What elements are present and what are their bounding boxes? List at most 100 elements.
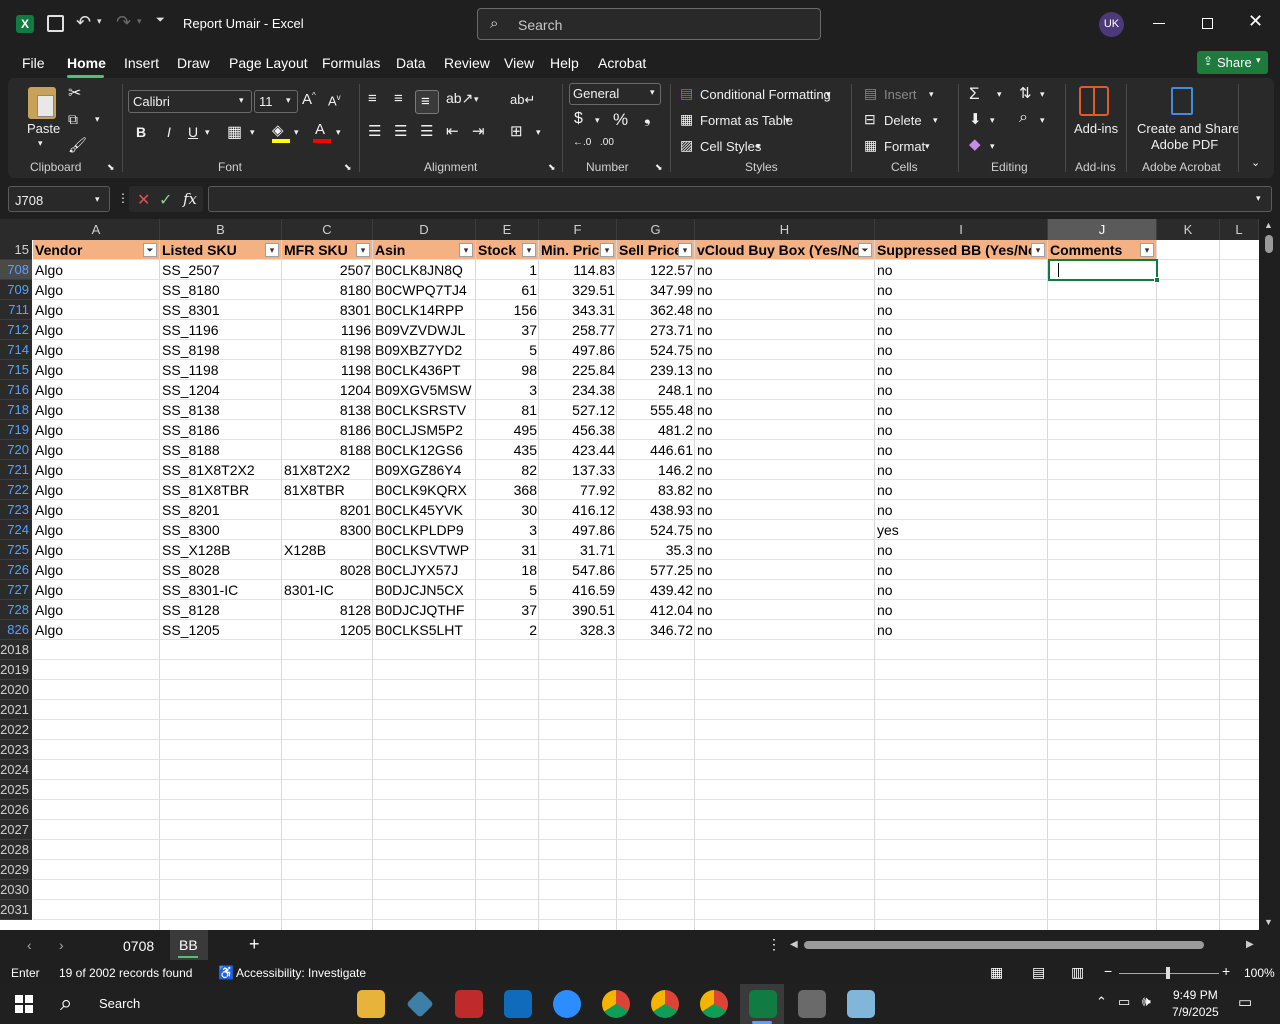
cell-f726[interactable]: 547.86: [539, 560, 617, 580]
fill-icon[interactable]: ⬇: [969, 110, 982, 128]
cell-b826[interactable]: SS_1205: [160, 620, 282, 640]
cut-icon[interactable]: ✂: [68, 83, 81, 103]
row-header-714[interactable]: 714: [0, 340, 32, 360]
row-header-726[interactable]: 726: [0, 560, 32, 580]
cell-f716[interactable]: 234.38: [539, 380, 617, 400]
fill-chevron-icon[interactable]: ▾: [990, 115, 995, 126]
format-as-table-chevron-icon[interactable]: ▾: [785, 115, 790, 126]
cell-e718[interactable]: 81: [476, 400, 539, 420]
font-color-chevron-icon[interactable]: ▾: [336, 127, 341, 138]
font-name-select[interactable]: Calibri ▾: [128, 90, 252, 113]
cell-f712[interactable]: 258.77: [539, 320, 617, 340]
align-middle-icon[interactable]: ≡: [394, 90, 403, 107]
cell-b714[interactable]: SS_8198: [160, 340, 282, 360]
row-header-715[interactable]: 715: [0, 360, 32, 380]
row-header-728[interactable]: 728: [0, 600, 32, 620]
cell-g714[interactable]: 524.75: [617, 340, 695, 360]
cell-h714[interactable]: no: [695, 340, 875, 360]
cell-b715[interactable]: SS_1198: [160, 360, 282, 380]
horizontal-scroll-thumb[interactable]: [804, 941, 1204, 949]
cell-b720[interactable]: SS_8188: [160, 440, 282, 460]
acrobat-pdf-icon[interactable]: [1171, 87, 1193, 115]
cell-g712[interactable]: 273.71: [617, 320, 695, 340]
cell-a826[interactable]: Algo: [33, 620, 160, 640]
cell-d724[interactable]: B0CLKPLDP9: [373, 520, 476, 540]
create-share-pdf-line1[interactable]: Create and Share: [1137, 121, 1240, 136]
menu-draw[interactable]: Draw: [177, 55, 210, 71]
copy-icon[interactable]: ⧉: [68, 111, 78, 128]
row-header-709[interactable]: 709: [0, 280, 32, 300]
cell-i721[interactable]: no: [875, 460, 1048, 480]
formula-input[interactable]: ▾: [208, 186, 1272, 212]
cell-d714[interactable]: B09XBZ7YD2: [373, 340, 476, 360]
cell-h723[interactable]: no: [695, 500, 875, 520]
cell-a716[interactable]: Algo: [33, 380, 160, 400]
cell-a714[interactable]: Algo: [33, 340, 160, 360]
cell-h720[interactable]: no: [695, 440, 875, 460]
cell-h708[interactable]: no: [695, 260, 875, 280]
cell-e715[interactable]: 98: [476, 360, 539, 380]
menu-home[interactable]: Home: [67, 55, 106, 71]
vertical-scrollbar[interactable]: ▲ ▼: [1259, 219, 1280, 930]
align-center-icon[interactable]: ☰: [394, 122, 407, 140]
cell-f721[interactable]: 137.33: [539, 460, 617, 480]
cell-c727[interactable]: 8301-IC: [282, 580, 373, 600]
chrome-icon[interactable]: [602, 990, 630, 1018]
menu-page-layout[interactable]: Page Layout: [229, 55, 308, 71]
cell-f718[interactable]: 527.12: [539, 400, 617, 420]
borders-icon[interactable]: ▦: [227, 122, 242, 142]
cell-h716[interactable]: no: [695, 380, 875, 400]
conditional-formatting-chevron-icon[interactable]: ▾: [826, 89, 831, 100]
cell-a722[interactable]: Algo: [33, 480, 160, 500]
row-header-720[interactable]: 720: [0, 440, 32, 460]
cell-d718[interactable]: B0CLKSRSTV: [373, 400, 476, 420]
row-header-2031[interactable]: 2031: [0, 900, 32, 920]
column-header-a[interactable]: A: [33, 219, 160, 240]
filter-dropdown-icon[interactable]: ▾: [459, 243, 473, 257]
cell-f727[interactable]: 416.59: [539, 580, 617, 600]
format-cells-button[interactable]: Format: [884, 139, 925, 154]
search-box[interactable]: ⌕ Search: [477, 8, 821, 40]
cell-a728[interactable]: Algo: [33, 600, 160, 620]
menu-acrobat[interactable]: Acrobat: [598, 55, 646, 71]
increase-decimal-icon[interactable]: ←.0: [573, 137, 591, 148]
cell-b716[interactable]: SS_1204: [160, 380, 282, 400]
h-scroll-right-icon[interactable]: ▶: [1246, 939, 1254, 950]
sheet-tab-bb[interactable]: BB: [179, 937, 198, 953]
cell-f826[interactable]: 328.3: [539, 620, 617, 640]
network-icon[interactable]: ▭: [1118, 994, 1130, 1010]
format-cells-icon[interactable]: ▦: [864, 137, 877, 154]
cell-i723[interactable]: no: [875, 500, 1048, 520]
cell-c714[interactable]: 8198: [282, 340, 373, 360]
filter-dropdown-icon[interactable]: ▾: [1031, 243, 1045, 257]
align-left-icon[interactable]: ☰: [368, 122, 381, 140]
cell-styles-chevron-icon[interactable]: ▾: [756, 141, 761, 152]
cell-e726[interactable]: 18: [476, 560, 539, 580]
cell-f725[interactable]: 31.71: [539, 540, 617, 560]
name-box[interactable]: J708 ▾: [8, 186, 110, 212]
cell-d721[interactable]: B09XGZ86Y4: [373, 460, 476, 480]
cell-f715[interactable]: 225.84: [539, 360, 617, 380]
zoom-app-icon[interactable]: [553, 990, 581, 1018]
merge-center-icon[interactable]: ⊞: [510, 122, 523, 140]
menu-insert[interactable]: Insert: [124, 55, 159, 71]
cell-a712[interactable]: Algo: [33, 320, 160, 340]
cell-a726[interactable]: Algo: [33, 560, 160, 580]
cell-i826[interactable]: no: [875, 620, 1048, 640]
underline-icon[interactable]: U: [188, 124, 198, 140]
cell-e714[interactable]: 5: [476, 340, 539, 360]
cell-g723[interactable]: 438.93: [617, 500, 695, 520]
cell-h719[interactable]: no: [695, 420, 875, 440]
cell-h711[interactable]: no: [695, 300, 875, 320]
chrome-profile-2-icon[interactable]: [651, 990, 679, 1018]
cell-c709[interactable]: 8180: [282, 280, 373, 300]
cell-h715[interactable]: no: [695, 360, 875, 380]
cell-i712[interactable]: no: [875, 320, 1048, 340]
cell-i708[interactable]: no: [875, 260, 1048, 280]
menu-review[interactable]: Review: [444, 55, 490, 71]
cell-b723[interactable]: SS_8201: [160, 500, 282, 520]
column-header-d[interactable]: D: [373, 219, 476, 240]
collapse-ribbon-icon[interactable]: ⌄: [1251, 156, 1260, 169]
sheet-options-icon[interactable]: ⋮: [767, 936, 781, 953]
row-header-725[interactable]: 725: [0, 540, 32, 560]
